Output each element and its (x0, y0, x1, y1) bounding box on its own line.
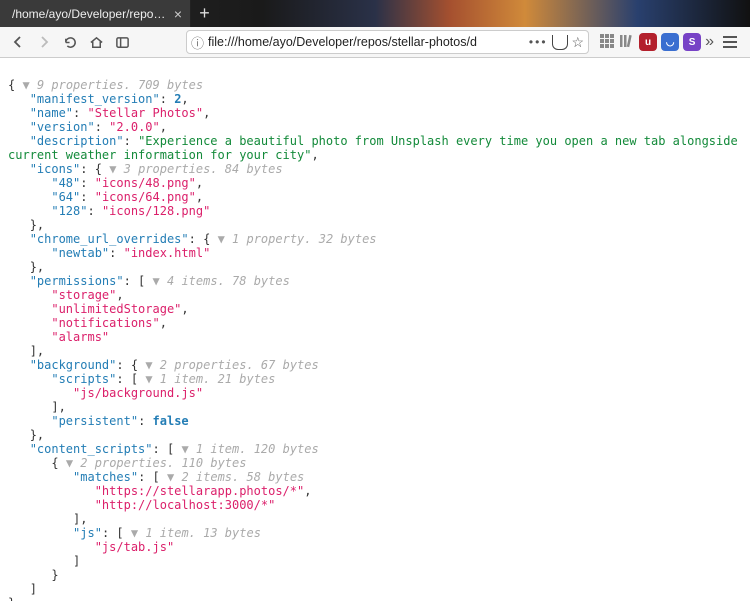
k-cs-matches: "matches" (73, 470, 138, 484)
collapse-icon[interactable]: ▼ (109, 162, 116, 176)
meta-overrides: 1 property. 32 bytes (232, 232, 377, 246)
k-overrides: "chrome_url_overrides" (30, 232, 189, 246)
v-perm-1: "unlimitedStorage" (51, 302, 181, 316)
home-button[interactable] (84, 30, 108, 54)
forward-icon (36, 34, 52, 50)
v-icon-48: "icons/48.png" (95, 176, 196, 190)
hamburger-menu[interactable] (718, 30, 742, 54)
v-cs-js-0: "js/tab.js" (95, 540, 174, 554)
k-icon-128: "128" (51, 204, 87, 218)
collapse-icon[interactable]: ▼ (218, 232, 225, 246)
k-bg-scripts: "scripts" (51, 372, 116, 386)
shield-icon[interactable]: ◡ (661, 33, 679, 51)
address-bar[interactable]: ⓘ file:///home/ayo/Developer/repos/stell… (186, 30, 589, 54)
collapse-icon[interactable]: ▼ (22, 78, 29, 92)
sidebar-icon (115, 35, 130, 50)
browser-tab[interactable]: /home/ayo/Developer/repos/ste × (0, 0, 191, 27)
meta-cs0-matches: 2 items. 58 bytes (181, 470, 304, 484)
forward-button (32, 30, 56, 54)
k-cs-js: "js" (73, 526, 102, 540)
meta-permissions: 4 items. 78 bytes (167, 274, 290, 288)
v-cs-matches-1: "http://localhost:3000/*" (95, 498, 276, 512)
grid-icon (599, 33, 615, 49)
k-newtab: "newtab" (51, 246, 109, 260)
collapse-icon[interactable]: ▼ (167, 470, 174, 484)
apps-icon[interactable] (599, 33, 615, 52)
k-description: "description" (30, 134, 124, 148)
back-icon (10, 34, 26, 50)
v-newtab: "index.html" (124, 246, 211, 260)
collapse-icon[interactable]: ▼ (131, 526, 138, 540)
home-icon (89, 35, 104, 50)
overflow-icon[interactable]: » (705, 33, 714, 51)
collapse-icon[interactable]: ▼ (66, 456, 73, 470)
v-persistent: false (153, 414, 189, 428)
v-perm-0: "storage" (51, 288, 116, 302)
toolbar: ⓘ file:///home/ayo/Developer/repos/stell… (0, 27, 750, 58)
k-icons: "icons" (30, 162, 81, 176)
tab-title: /home/ayo/Developer/repos/ste (12, 7, 174, 21)
v-name: "Stellar Photos" (88, 106, 204, 120)
meta-cs0: 2 properties. 110 bytes (80, 456, 246, 470)
new-tab-button[interactable]: + (191, 0, 218, 27)
meta-cs0-js: 1 item. 13 bytes (145, 526, 261, 540)
toolbar-right: u ◡ S » (599, 30, 744, 54)
k-background: "background" (30, 358, 117, 372)
k-icon-64: "64" (51, 190, 80, 204)
url-text: file:///home/ayo/Developer/repos/stellar… (208, 35, 525, 49)
v-cs-matches-0: "https://stellarapp.photos/*" (95, 484, 305, 498)
v-icon-64: "icons/64.png" (95, 190, 196, 204)
k-persistent: "persistent" (51, 414, 138, 428)
collapse-icon[interactable]: ▼ (145, 358, 152, 372)
meta-root: 9 properties. 709 bytes (37, 78, 203, 92)
books-icon (619, 33, 635, 49)
json-viewer: { ▼ 9 properties. 709 bytes "manifest_ve… (0, 58, 750, 601)
collapse-icon[interactable]: ▼ (145, 372, 152, 386)
pocket-icon[interactable] (552, 35, 568, 50)
reload-button[interactable] (58, 30, 82, 54)
bookmark-icon[interactable]: ☆ (572, 34, 585, 51)
k-version: "version" (30, 120, 95, 134)
k-manifest-version: "manifest_version" (30, 92, 160, 106)
sidebar-button[interactable] (110, 30, 134, 54)
info-icon[interactable]: ⓘ (191, 33, 204, 52)
k-permissions: "permissions" (30, 274, 124, 288)
collapse-icon[interactable]: ▼ (153, 274, 160, 288)
back-button[interactable] (6, 30, 30, 54)
v-perm-3: "alarms" (51, 330, 109, 344)
k-icon-48: "48" (51, 176, 80, 190)
k-content-scripts: "content_scripts" (30, 442, 153, 456)
v-icon-128: "icons/128.png" (102, 204, 210, 218)
stylus-icon[interactable]: S (683, 33, 701, 51)
page-actions-icon[interactable]: ••• (529, 35, 548, 49)
v-perm-2: "notifications" (51, 316, 159, 330)
close-icon[interactable]: × (174, 7, 182, 21)
reload-icon (63, 35, 78, 50)
meta-content-scripts: 1 item. 120 bytes (196, 442, 319, 456)
library-icon[interactable] (619, 33, 635, 52)
meta-background: 2 properties. 67 bytes (160, 358, 319, 372)
collapse-icon[interactable]: ▼ (181, 442, 188, 456)
v-version: "2.0.0" (109, 120, 160, 134)
k-name: "name" (30, 106, 73, 120)
meta-bg-scripts: 1 item. 21 bytes (160, 372, 276, 386)
tab-strip: /home/ayo/Developer/repos/ste × + (0, 0, 750, 27)
meta-icons: 3 properties. 84 bytes (124, 162, 283, 176)
v-bg-scripts-0: "js/background.js" (73, 386, 203, 400)
ublock-icon[interactable]: u (639, 33, 657, 51)
